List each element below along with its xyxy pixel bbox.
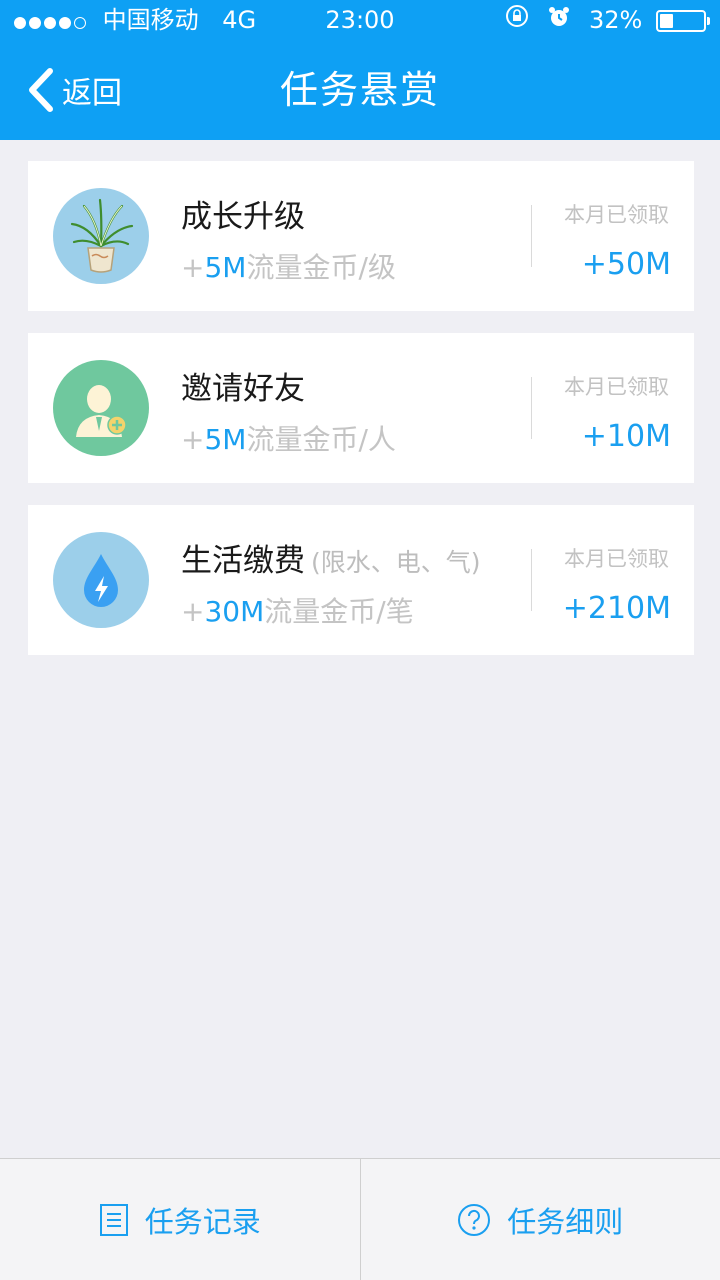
reward-unit: 流量金币/人 (246, 423, 396, 456)
month-claimed-value: +210M (562, 591, 671, 626)
month-claimed-label: 本月已领取 (564, 203, 669, 227)
reward-plus: + (181, 251, 205, 284)
task-reward: +5M流量金币/人 (181, 418, 396, 458)
battery-fill (660, 14, 674, 28)
reward-amount: 30M (204, 595, 265, 628)
reward-plus: + (181, 423, 205, 456)
rotation-lock-icon (504, 1, 530, 41)
divider (531, 549, 532, 611)
task-title-text: 邀请好友 (181, 371, 305, 407)
task-records-label: 任务记录 (144, 1204, 261, 1239)
status-bar: 中国移动 4G 23:00 32% (0, 0, 720, 40)
battery-percent: 32% (589, 6, 643, 34)
task-rules-button[interactable]: 任务细则 (359, 1159, 720, 1280)
divider (531, 205, 532, 267)
task-reward: +5M流量金币/级 (181, 246, 396, 286)
reward-unit: 流量金币/笔 (264, 595, 414, 628)
task-title-text: 生活缴费 (181, 543, 305, 579)
divider (531, 377, 532, 439)
battery-icon (656, 10, 710, 32)
task-card-bills[interactable]: 生活缴费 (限水、电、气) +30M流量金币/笔 本月已领取 +210M (28, 505, 694, 655)
month-claimed-value: +50M (581, 247, 671, 282)
task-title: 生活缴费 (限水、电、气) (181, 535, 481, 580)
task-card-invite[interactable]: 邀请好友 +5M流量金币/人 本月已领取 +10M (28, 333, 694, 483)
reward-plus: + (181, 595, 205, 628)
reward-unit: 流量金币/级 (246, 251, 396, 284)
status-right: 32% (504, 0, 710, 41)
task-title-text: 成长升级 (181, 199, 305, 235)
nav-bar: 返回 任务悬赏 (0, 40, 720, 140)
task-reward: +30M流量金币/笔 (181, 590, 414, 630)
task-title: 邀请好友 (181, 363, 305, 408)
task-list: 成长升级 +5M流量金币/级 本月已领取 +50M 邀请好友 +5M流量金币/人… (28, 161, 694, 677)
month-claimed-label: 本月已领取 (564, 375, 669, 399)
alarm-icon (547, 1, 571, 41)
page-title: 任务悬赏 (279, 68, 440, 112)
task-card-growth[interactable]: 成长升级 +5M流量金币/级 本月已领取 +50M (28, 161, 694, 311)
task-rules-label: 任务细则 (507, 1204, 624, 1239)
task-title-note: (限水、电、气) (311, 548, 481, 577)
reward-amount: 5M (204, 423, 247, 456)
add-friend-icon (53, 360, 149, 456)
water-drop-icon (53, 532, 149, 628)
month-claimed-label: 本月已领取 (564, 547, 669, 571)
task-records-button[interactable]: 任务记录 (0, 1159, 360, 1280)
document-icon (99, 1203, 128, 1236)
top-bar: 中国移动 4G 23:00 32% 返回 任务悬赏 (0, 0, 720, 140)
bottom-bar: 任务记录 任务细则 (0, 1158, 720, 1280)
question-circle-icon (458, 1203, 491, 1236)
plant-icon (53, 188, 149, 284)
task-title: 成长升级 (181, 191, 305, 236)
month-claimed-value: +10M (581, 419, 671, 454)
reward-amount: 5M (204, 251, 247, 284)
